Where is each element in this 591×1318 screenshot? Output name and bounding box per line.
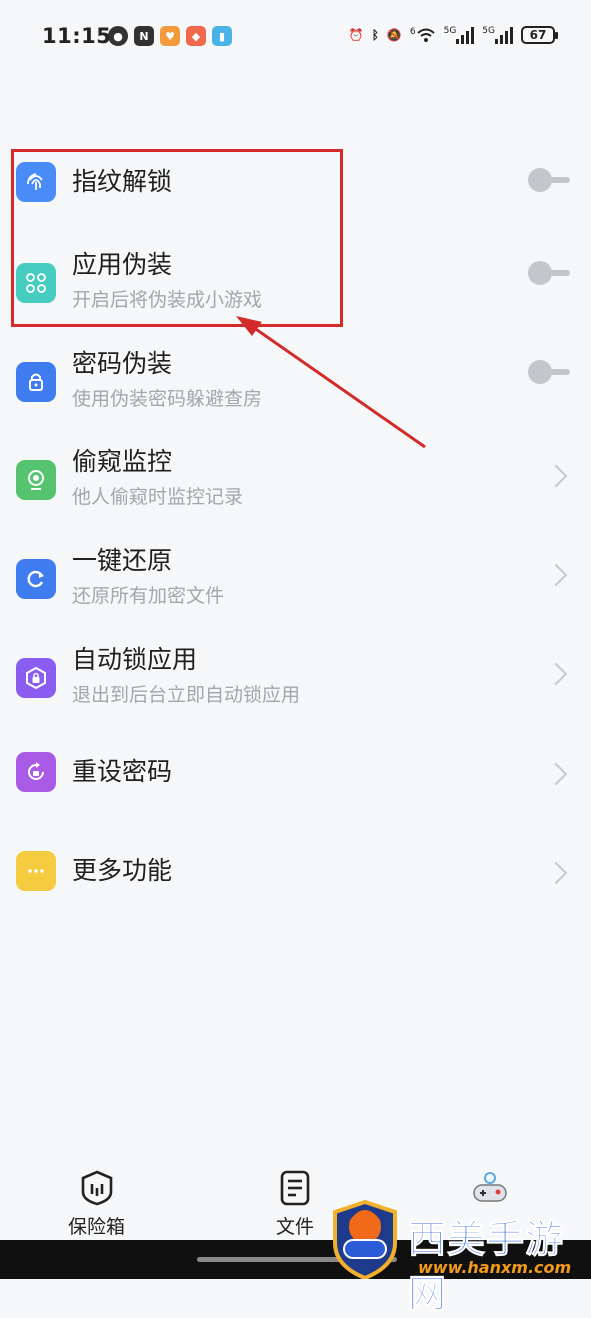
settings-row[interactable]: 自动锁应用退出到后台立即自动锁应用 <box>0 640 591 724</box>
watermark: 西美手游网 www.hanxm.com <box>330 1198 591 1317</box>
chevron-right-icon <box>544 762 568 786</box>
nav-vault[interactable]: 保险箱 <box>68 1170 125 1239</box>
chevron-right-icon <box>544 563 568 587</box>
hex-lock-icon <box>16 658 56 698</box>
chevron-right-icon <box>544 861 568 885</box>
settings-row-subtitle: 退出到后台立即自动锁应用 <box>72 684 301 706</box>
nav-files[interactable]: 文件 <box>276 1170 314 1239</box>
vault-icon <box>81 1170 112 1206</box>
nav-vault-label: 保险箱 <box>68 1216 126 1238</box>
more-dots-icon <box>16 851 56 891</box>
annotation-arrow <box>236 316 426 449</box>
settings-row-title: 更多功能 <box>72 856 173 885</box>
settings-row-subtitle: 还原所有加密文件 <box>72 585 225 607</box>
settings-row-title: 重设密码 <box>72 757 173 786</box>
settings-row[interactable]: 重设密码 <box>0 752 591 800</box>
reset-lock-icon <box>16 752 56 792</box>
watermark-url: www.hanxm.com <box>418 1258 572 1277</box>
chevron-right-icon <box>544 662 568 686</box>
restore-icon <box>16 559 56 599</box>
settings-row-title: 一键还原 <box>72 546 173 575</box>
nav-files-label: 文件 <box>276 1216 315 1238</box>
file-icon <box>280 1170 310 1206</box>
settings-row[interactable]: 一键还原还原所有加密文件 <box>0 541 591 625</box>
settings-row[interactable]: 更多功能 <box>0 851 591 899</box>
settings-row-title: 自动锁应用 <box>72 645 198 674</box>
